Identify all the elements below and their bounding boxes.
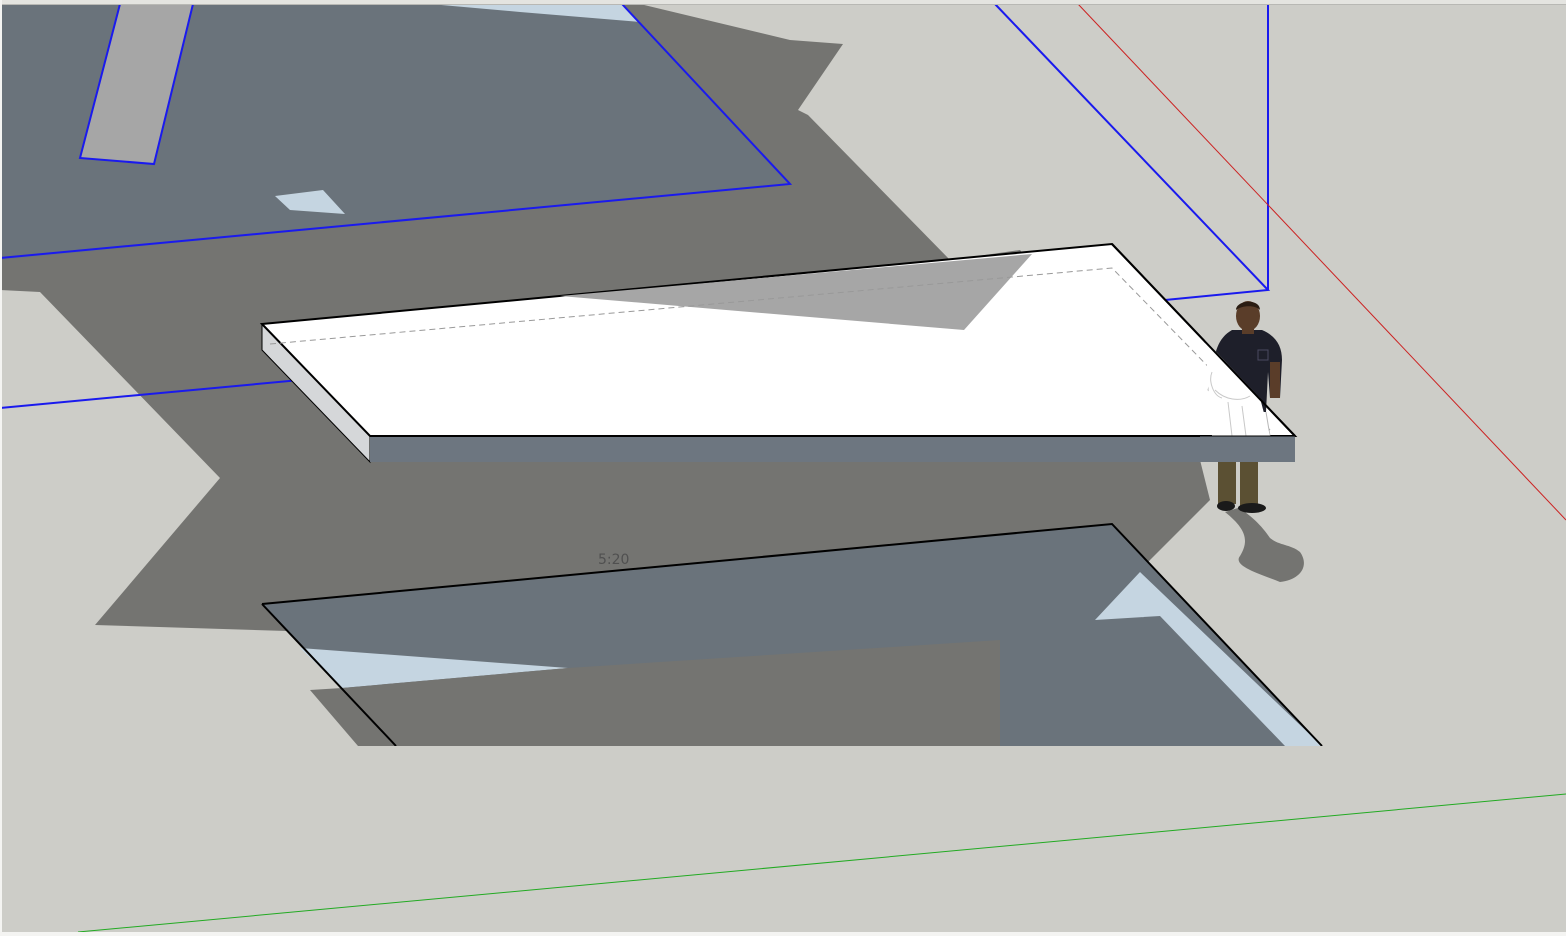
person-neck [1242,328,1254,334]
viewport-top-border [0,0,1566,5]
person-shoe-left [1217,501,1235,511]
slab-front-face-overlay [1200,436,1295,462]
person-arm-right [1270,362,1280,398]
viewport-bottom-border [0,932,1566,936]
drawing-viewport[interactable]: 5:20 [0,0,1566,936]
ground-lower-strip [0,746,1566,932]
person-leg-right [1240,462,1258,506]
model-scene[interactable]: 5:20 [0,0,1566,936]
annotation-label: 5:20 [598,552,629,568]
person-leg-left [1218,462,1236,504]
viewport-left-border [0,0,2,936]
person-shoe-right [1238,503,1266,513]
slab-front-face[interactable] [370,436,1295,462]
